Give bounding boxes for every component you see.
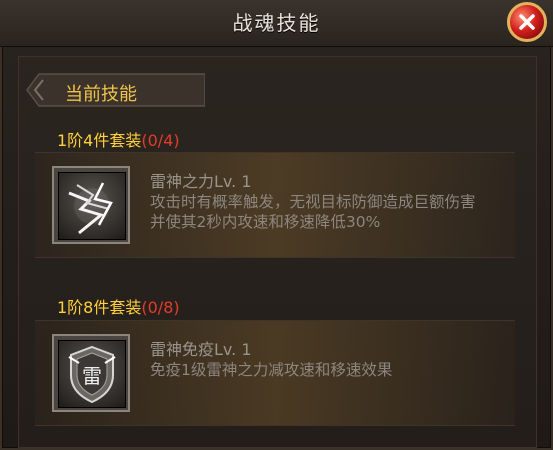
skill-name-2: 雷神免疫Lv. 1	[150, 340, 252, 359]
thunder-god-power-icon	[58, 172, 126, 240]
section-label: 当前技能	[65, 84, 137, 105]
set-title-2: 1阶8件套装(0/8)	[57, 294, 180, 318]
set-title-text: 1阶4件套装	[57, 131, 142, 150]
close-button[interactable]	[507, 2, 547, 42]
set-progress: (0/8)	[141, 298, 180, 317]
thunder-immunity-shield-icon: 雷	[58, 340, 126, 408]
window-title: 战魂技能	[232, 11, 321, 35]
skill-icon-frame-1[interactable]	[52, 166, 130, 244]
thunder-glyph: 雷	[82, 364, 102, 388]
set-title-text: 1阶8件套装	[57, 298, 142, 317]
skill-panel: 战魂技能 当前技能 1阶4件套装(0/4) 雷神之力Lv. 1 攻击时有概率触发…	[0, 0, 553, 450]
set-title-1: 1阶4件套装(0/4)	[57, 127, 180, 151]
skill-name-1: 雷神之力Lv. 1	[150, 172, 252, 191]
set-progress: (0/4)	[141, 131, 180, 150]
skill-description-2: 免疫1级雷神之力减攻速和移速效果	[150, 361, 393, 379]
close-x-icon	[519, 14, 535, 30]
skill-icon-frame-2[interactable]: 雷	[52, 334, 130, 412]
skill-description-1: 攻击时有概率触发，无视目标防御造成巨额伤害并使其2秒内攻速和移速降低30%	[150, 193, 476, 231]
